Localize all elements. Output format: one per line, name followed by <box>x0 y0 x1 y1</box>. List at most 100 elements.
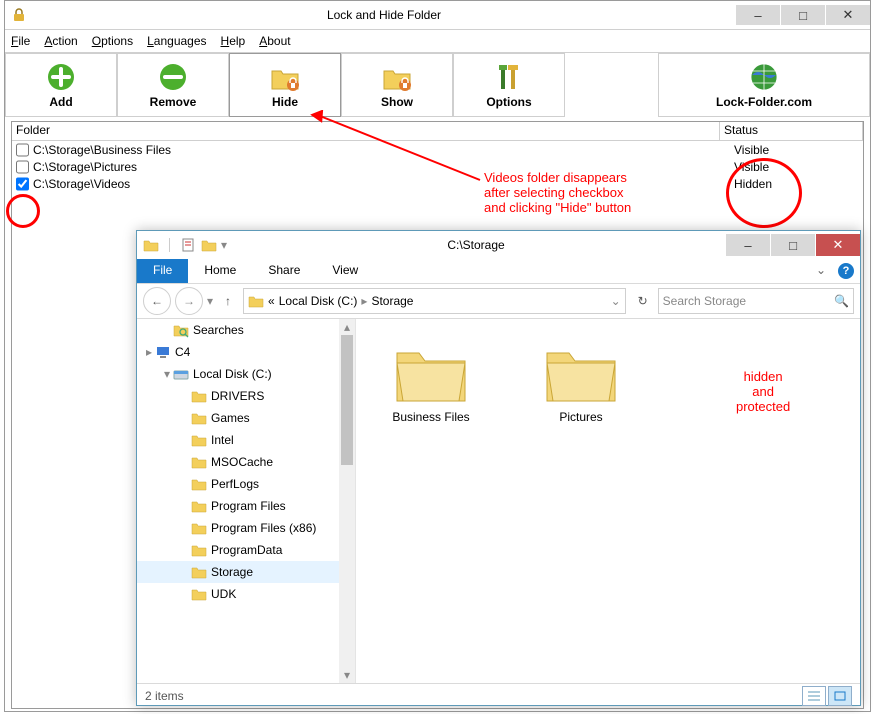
menu-languages[interactable]: Languages <box>147 34 206 48</box>
refresh-button[interactable]: ↻ <box>632 290 654 312</box>
nav-back-button[interactable]: ← <box>143 287 171 315</box>
nav-forward-button[interactable]: → <box>175 287 203 315</box>
tree-label: Searches <box>193 323 244 337</box>
folder-content[interactable]: hidden and protected Business FilesPictu… <box>356 319 860 683</box>
search-input[interactable]: Search Storage 🔍 <box>658 288 854 314</box>
tree-label: Local Disk (C:) <box>193 367 272 381</box>
col-status[interactable]: Status <box>720 122 863 140</box>
add-button[interactable]: Add <box>5 53 117 117</box>
breadcrumb-prefix: « <box>268 294 275 308</box>
hide-icon <box>269 61 301 93</box>
tree-label: C4 <box>175 345 190 359</box>
row-path: C:\Storage\Business Files <box>33 143 728 157</box>
tree-item[interactable]: Storage <box>137 561 355 583</box>
tree-item[interactable]: ProgramData <box>137 539 355 561</box>
row-status: Hidden <box>728 177 873 191</box>
explorer-titlebar: ▾ C:\Storage <box>137 231 860 259</box>
properties-icon[interactable] <box>181 237 197 253</box>
nav-history-chevron-icon[interactable]: ▾ <box>207 294 213 308</box>
row-checkbox[interactable] <box>16 143 29 157</box>
menu-about[interactable]: About <box>259 34 290 48</box>
tree-twisty-icon[interactable]: ▾ <box>161 367 173 381</box>
explorer-maximize-button[interactable] <box>771 234 815 256</box>
close-button[interactable] <box>826 5 870 25</box>
content-folder[interactable]: Pictures <box>526 339 636 424</box>
search-icon: 🔍 <box>834 294 849 308</box>
options-icon <box>493 61 525 93</box>
tree-label: Program Files (x86) <box>211 521 316 535</box>
hide-button[interactable]: Hide <box>229 53 341 117</box>
row-checkbox[interactable] <box>16 160 29 174</box>
show-icon <box>381 61 413 93</box>
view-icons-button[interactable] <box>828 686 852 706</box>
tree-item[interactable]: PerfLogs <box>137 473 355 495</box>
row-path: C:\Storage\Pictures <box>33 160 728 174</box>
toolbar-label: Lock-Folder.com <box>716 95 812 109</box>
toolbar-label: Hide <box>272 95 298 109</box>
maximize-button[interactable] <box>781 5 825 25</box>
ribbon-tab-share[interactable]: Share <box>252 259 316 283</box>
col-folder[interactable]: Folder <box>12 122 720 140</box>
tree-item[interactable]: Program Files (x86) <box>137 517 355 539</box>
ribbon-file-tab[interactable]: File <box>137 259 188 283</box>
ribbon-tab-home[interactable]: Home <box>188 259 252 283</box>
explorer-title: C:\Storage <box>227 238 725 252</box>
tree-label: Games <box>211 411 250 425</box>
titlebar: Lock and Hide Folder <box>5 1 870 30</box>
tree-label: DRIVERS <box>211 389 264 403</box>
qat-sep-icon <box>163 238 177 252</box>
tree-item[interactable]: Games <box>137 407 355 429</box>
folder-row[interactable]: C:\Storage\VideosHidden <box>12 175 863 192</box>
show-button[interactable]: Show <box>341 53 453 117</box>
nav-tree[interactable]: ▴ ▾ Searches ▸ C4▾ Local Disk (C:) DRIVERS Ga… <box>137 319 356 683</box>
site-icon <box>748 61 780 93</box>
tree-item[interactable]: DRIVERS <box>137 385 355 407</box>
ribbon: File Home Share View ⌄ ? <box>137 259 860 284</box>
toolbar-label: Options <box>486 95 531 109</box>
tree-label: ProgramData <box>211 543 282 557</box>
menu-options[interactable]: Options <box>92 34 133 48</box>
breadcrumb-part[interactable]: Local Disk (C:) <box>279 294 358 308</box>
remove-icon <box>157 61 189 93</box>
tree-twisty-icon[interactable]: ▸ <box>143 345 155 359</box>
list-header: Folder Status <box>12 122 863 141</box>
remove-button[interactable]: Remove <box>117 53 229 117</box>
tree-item[interactable]: ▸ C4 <box>137 341 355 363</box>
tree-item[interactable]: ▾ Local Disk (C:) <box>137 363 355 385</box>
tree-item[interactable]: UDK <box>137 583 355 605</box>
minimize-button[interactable] <box>736 5 780 25</box>
options-button[interactable]: Options <box>453 53 565 117</box>
breadcrumb-part[interactable]: Storage <box>371 294 413 308</box>
ribbon-expand-icon[interactable]: ⌄ <box>810 259 832 283</box>
app-icon <box>11 7 27 23</box>
menu-file[interactable]: File <box>11 34 30 48</box>
window-title: Lock and Hide Folder <box>33 8 735 22</box>
help-icon[interactable]: ? <box>838 263 854 279</box>
status-text: 2 items <box>145 689 184 703</box>
ribbon-tab-view[interactable]: View <box>316 259 374 283</box>
nav-up-button[interactable]: ↑ <box>217 290 239 312</box>
content-folder[interactable]: Business Files <box>376 339 486 424</box>
folder-row[interactable]: C:\Storage\PicturesVisible <box>12 158 863 175</box>
new-folder-icon[interactable] <box>201 237 217 253</box>
tree-item[interactable]: MSOCache <box>137 451 355 473</box>
explorer-minimize-button[interactable] <box>726 234 770 256</box>
address-bar-row: ← → ▾ ↑ « Local Disk (C:) ▸ Storage ⌄ ↻ … <box>137 284 860 319</box>
address-bar[interactable]: « Local Disk (C:) ▸ Storage ⌄ <box>243 288 626 314</box>
folder-icon <box>248 293 264 309</box>
row-checkbox[interactable] <box>16 177 29 191</box>
view-details-button[interactable] <box>802 686 826 706</box>
scrollbar[interactable]: ▴ ▾ <box>339 319 355 683</box>
tree-item[interactable]: Intel <box>137 429 355 451</box>
row-path: C:\Storage\Videos <box>33 177 728 191</box>
tree-label: Intel <box>211 433 234 447</box>
site-button[interactable]: Lock-Folder.com <box>658 53 870 117</box>
explorer-close-button[interactable] <box>816 234 860 256</box>
menu-action[interactable]: Action <box>44 34 77 48</box>
tree-item[interactable]: Program Files <box>137 495 355 517</box>
folder-row[interactable]: C:\Storage\Business FilesVisible <box>12 141 863 158</box>
tree-item[interactable]: Searches <box>137 319 355 341</box>
address-chevron-icon[interactable]: ⌄ <box>611 294 621 308</box>
menu-help[interactable]: Help <box>221 34 246 48</box>
toolbar-label: Remove <box>150 95 197 109</box>
